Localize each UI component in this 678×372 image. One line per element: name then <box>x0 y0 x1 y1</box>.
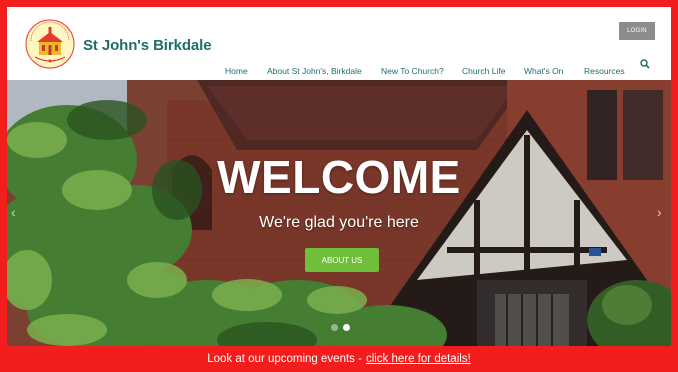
nav-item-home[interactable]: Home <box>225 66 248 76</box>
next-slide-arrow[interactable]: › <box>657 204 662 220</box>
nav-item-new-to-church[interactable]: New To Church? <box>381 66 444 76</box>
hero-tagline: We're glad you're here <box>259 214 419 231</box>
nav-item-church-life[interactable]: Church Life <box>462 66 505 76</box>
about-us-button[interactable]: ABOUT US <box>305 248 379 272</box>
banner-text: Look at our upcoming events - <box>207 353 362 365</box>
church-photo <box>7 80 671 346</box>
nav-item-about[interactable]: About St John's, Birkdale <box>267 66 362 76</box>
slide-dot-2[interactable] <box>343 324 350 331</box>
nav-item-whats-on[interactable]: What's On <box>524 66 563 76</box>
nav-item-resources[interactable]: Resources <box>584 66 625 76</box>
hero-heading: WELCOME <box>217 151 461 203</box>
hero-slider: WELCOME We're glad you're here ABOUT US … <box>7 80 671 346</box>
prev-slide-arrow[interactable]: ‹ <box>11 204 16 220</box>
slide-dot-1[interactable] <box>331 324 338 331</box>
site-title[interactable]: St John's Birkdale <box>83 37 212 54</box>
events-banner: Look at our upcoming events - click here… <box>0 346 678 372</box>
site-header: St John's Birkdale LOGIN Home About St J… <box>7 7 671 80</box>
church-logo[interactable] <box>25 19 75 69</box>
search-icon[interactable] <box>640 59 650 69</box>
banner-details-link[interactable]: click here for details! <box>366 353 471 365</box>
login-button[interactable]: LOGIN <box>619 22 655 40</box>
